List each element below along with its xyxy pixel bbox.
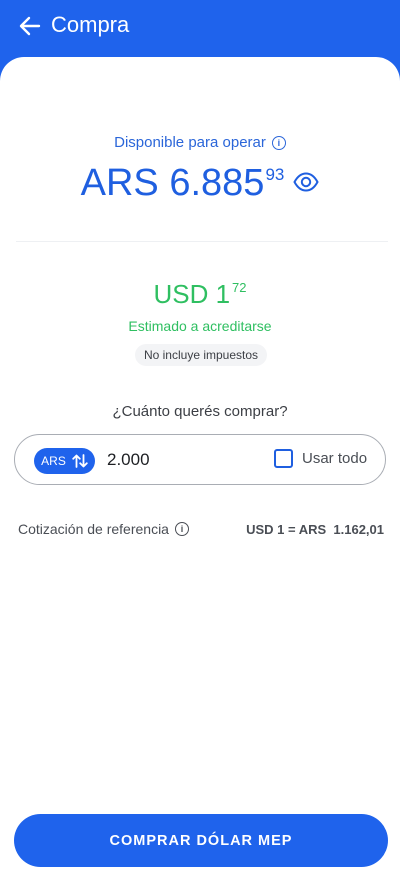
available-balance: ARS 6.885 93 xyxy=(0,160,400,206)
eye-icon[interactable] xyxy=(293,172,319,192)
swap-vertical-icon xyxy=(72,454,88,468)
page-title: Compra xyxy=(51,12,130,37)
divider xyxy=(16,241,388,242)
reference-rate-label: Cotización de referencia xyxy=(18,521,169,537)
amount-field: ARS Usar todo xyxy=(14,434,386,485)
balance-cents: 93 xyxy=(265,165,285,184)
available-balance-label: Disponible para operar xyxy=(114,134,266,151)
usd-amount: USD 1 xyxy=(153,279,231,309)
reference-rate-row: Cotización de referencia i USD 1 = ARS 1… xyxy=(18,521,384,537)
usd-cents: 72 xyxy=(232,280,247,295)
estimated-usd: USD 1 72 xyxy=(0,278,400,310)
app-header: Compra xyxy=(0,0,400,60)
info-icon[interactable]: i xyxy=(271,135,286,150)
back-button[interactable] xyxy=(16,12,44,40)
currency-toggle-button[interactable]: ARS xyxy=(34,448,95,474)
currency-label: ARS xyxy=(41,454,66,468)
buy-mep-dollar-button[interactable]: COMPRAR DÓLAR MEP xyxy=(14,814,388,867)
reference-rate-value: USD 1 = ARS 1.162,01 xyxy=(246,521,384,537)
balance-amount: ARS 6.885 xyxy=(80,162,265,204)
purchase-screen: Compra Disponible para operar i ARS 6.88… xyxy=(0,0,400,873)
info-icon[interactable]: i xyxy=(174,522,189,536)
reference-rate-label-group: Cotización de referencia i xyxy=(18,521,189,537)
tax-note-badge: No incluye impuestos xyxy=(135,344,267,366)
amount-question: ¿Cuánto querés comprar? xyxy=(112,403,288,420)
available-balance-label-row: Disponible para operar i xyxy=(0,134,400,151)
checkbox-icon[interactable] xyxy=(274,449,293,468)
estimated-label: Estimado a acreditarse xyxy=(128,318,272,334)
use-all-checkbox[interactable]: Usar todo xyxy=(274,449,367,468)
arrow-left-icon xyxy=(19,16,41,36)
use-all-label: Usar todo xyxy=(302,450,368,467)
amount-input[interactable] xyxy=(107,447,257,473)
